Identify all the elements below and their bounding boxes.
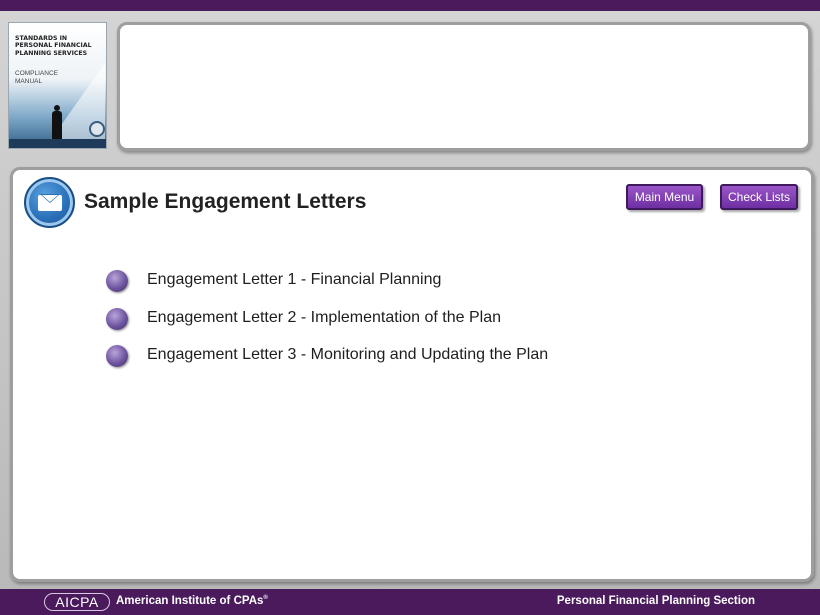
- header-panel: [117, 22, 811, 151]
- cover-person-figure: [52, 105, 62, 141]
- check-lists-button[interactable]: Check Lists: [720, 184, 798, 210]
- cover-subtitle: COMPLIANCE MANUAL: [15, 70, 58, 85]
- top-bar: [0, 0, 820, 11]
- cover-seal-icon: [89, 121, 105, 137]
- aicpa-logo: AICPA: [44, 593, 110, 611]
- organization-name-text: American Institute of CPAs: [116, 595, 264, 607]
- registered-mark: ®: [263, 595, 268, 602]
- cover-title: STANDARDS IN PERSONAL FINANCIAL PLANNING…: [15, 35, 92, 57]
- engagement-letter-1-link[interactable]: Engagement Letter 1 - Financial Planning: [106, 268, 626, 292]
- engagement-letter-2-link[interactable]: Engagement Letter 2 - Implementation of …: [106, 306, 626, 330]
- envelope-icon: [24, 177, 75, 228]
- bullet-icon: [106, 308, 128, 330]
- main-content-panel: [10, 167, 814, 582]
- engagement-letter-3-link[interactable]: Engagement Letter 3 - Monitoring and Upd…: [106, 343, 626, 367]
- bullet-icon: [106, 345, 128, 367]
- page-title: Sample Engagement Letters: [84, 190, 367, 213]
- section-name: Personal Financial Planning Section: [556, 595, 755, 607]
- main-menu-button[interactable]: Main Menu: [626, 184, 703, 210]
- cover-footer-band: [9, 139, 106, 148]
- letter-label: Engagement Letter 3 - Monitoring and Upd…: [147, 346, 549, 363]
- bullet-icon: [106, 270, 128, 292]
- letter-label: Engagement Letter 2 - Implementation of …: [147, 309, 501, 326]
- letter-label: Engagement Letter 1 - Financial Planning: [147, 271, 442, 288]
- footer-bar: AICPA American Institute of CPAs® Person…: [0, 589, 820, 615]
- compliance-manual-cover-image: STANDARDS IN PERSONAL FINANCIAL PLANNING…: [8, 22, 107, 149]
- organization-name: American Institute of CPAs®: [116, 595, 268, 607]
